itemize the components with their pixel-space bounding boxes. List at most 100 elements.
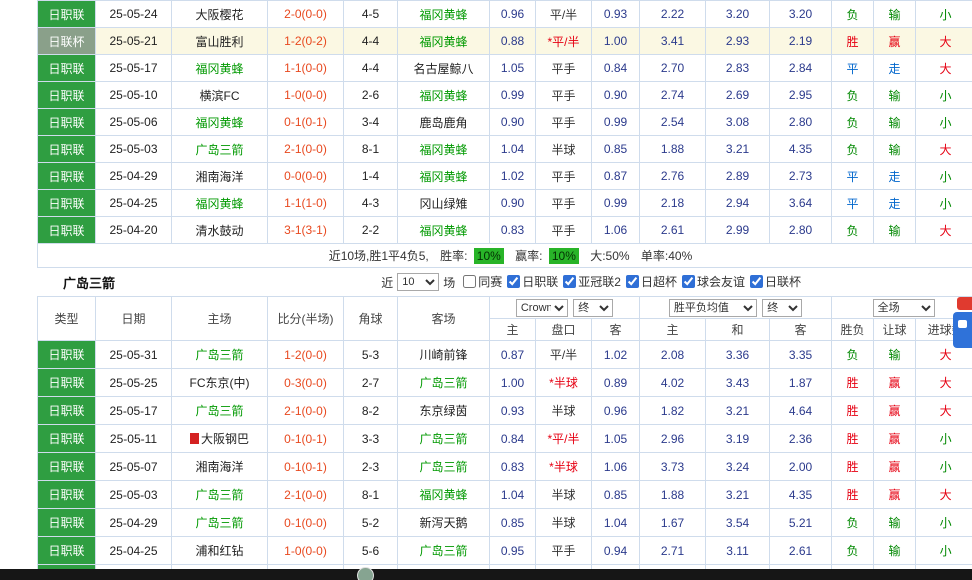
home-team-link[interactable]: 广岛三箭 (172, 481, 268, 509)
score-link[interactable]: 0-1(0-1) (268, 453, 344, 481)
filter-checkbox[interactable] (463, 275, 476, 288)
away-team-link[interactable]: 福冈黄蜂 (398, 82, 490, 109)
eu-draw-odds: 2.89 (706, 163, 770, 190)
league-filter[interactable]: 日超杯 (626, 273, 677, 290)
corner-cell: 3-4 (344, 109, 398, 136)
home-team-link[interactable]: 湘南海洋 (172, 163, 268, 190)
handicap-cell: 平手 (536, 109, 592, 136)
customer-service-button[interactable] (953, 312, 972, 348)
handicap-result: 走 (874, 163, 916, 190)
score-link[interactable]: 1-1(1-0) (268, 190, 344, 217)
filter-checkbox[interactable] (563, 275, 576, 288)
away-team-link[interactable]: 福冈黄蜂 (398, 28, 490, 55)
games-label: 场 (443, 274, 455, 291)
score-link[interactable]: 0-1(0-0) (268, 509, 344, 537)
away-team-link[interactable]: 广岛三箭 (398, 369, 490, 397)
home-team-link[interactable]: 大阪樱花 (172, 1, 268, 28)
match-row: 日职联25-05-11大阪钢巴0-1(0-1)3-3广岛三箭0.84*平/半1.… (38, 425, 972, 453)
away-team-link[interactable]: 东京绿茵 (398, 397, 490, 425)
home-team-link[interactable]: 清水鼓动 (172, 217, 268, 244)
eu-home-odds: 3.41 (640, 28, 706, 55)
away-team-link[interactable]: 冈山绿雉 (398, 190, 490, 217)
corner-cell: 5-6 (344, 537, 398, 565)
euro-final-select[interactable]: 终 (762, 299, 802, 317)
away-team-link[interactable]: 鹿岛鹿角 (398, 109, 490, 136)
eu-home-odds: 2.22 (640, 1, 706, 28)
home-team-link[interactable]: 广岛三箭 (172, 397, 268, 425)
col-score: 比分(半场) (268, 297, 344, 341)
away-team-link[interactable]: 新泻天鹅 (398, 509, 490, 537)
score-link[interactable]: 2-1(0-0) (268, 397, 344, 425)
corner-cell: 5-3 (344, 341, 398, 369)
home-team-link[interactable]: 福冈黄蜂 (172, 55, 268, 82)
away-team-link[interactable]: 福冈黄蜂 (398, 217, 490, 244)
league-badge: 日职联 (38, 509, 96, 537)
score-link[interactable]: 0-1(0-1) (268, 109, 344, 136)
away-team-link[interactable]: 福冈黄蜂 (398, 1, 490, 28)
score-link[interactable]: 1-2(0-0) (268, 341, 344, 369)
away-team-link[interactable]: 名古屋鲸八 (398, 55, 490, 82)
match-count-select[interactable]: 10 (397, 273, 439, 291)
away-team-link[interactable]: 川崎前锋 (398, 341, 490, 369)
score-link[interactable]: 0-3(0-0) (268, 369, 344, 397)
score-link[interactable]: 0-1(0-1) (268, 425, 344, 453)
home-team-link[interactable]: 广岛三箭 (172, 136, 268, 163)
filter-checkbox[interactable] (750, 275, 763, 288)
eu-away-odds: 5.21 (770, 509, 832, 537)
corner-cell: 2-2 (344, 217, 398, 244)
match-row: 日职联25-05-07湘南海洋0-1(0-1)2-3广岛三箭0.83*半球1.0… (38, 453, 972, 481)
filter-checkbox[interactable] (626, 275, 639, 288)
ah-away-odds: 1.02 (592, 341, 640, 369)
asian-final-select[interactable]: 终 (573, 299, 613, 317)
eu-home-odds: 4.02 (640, 369, 706, 397)
home-team-link[interactable]: 大阪钢巴 (172, 425, 268, 453)
league-filter[interactable]: 亚冠联2 (563, 273, 621, 290)
away-team-link[interactable]: 广岛三箭 (398, 453, 490, 481)
league-filter[interactable]: 同赛 (463, 273, 502, 290)
away-team-link[interactable]: 福冈黄蜂 (398, 481, 490, 509)
score-link[interactable]: 1-0(0-0) (268, 537, 344, 565)
league-filter[interactable]: 日联杯 (750, 273, 801, 290)
handicap-cell: 半球 (536, 481, 592, 509)
league-badge: 日职联 (38, 55, 96, 82)
home-team-link[interactable]: 富山胜利 (172, 28, 268, 55)
score-link[interactable]: 2-1(0-0) (268, 136, 344, 163)
goals-result: 小 (916, 82, 972, 109)
score-link[interactable]: 1-0(0-0) (268, 82, 344, 109)
ah-home-odds: 1.02 (490, 163, 536, 190)
league-filter[interactable]: 球会友谊 (682, 273, 745, 290)
eu-away-odds: 3.64 (770, 190, 832, 217)
score-link[interactable]: 1-2(0-2) (268, 28, 344, 55)
league-badge: 日职联 (38, 109, 96, 136)
match-row: 日职联25-05-24大阪樱花2-0(0-0)4-5福冈黄蜂0.96平/半0.9… (38, 1, 972, 28)
score-link[interactable]: 0-0(0-0) (268, 163, 344, 190)
filter-checkbox[interactable] (682, 275, 695, 288)
away-team-link[interactable]: 福冈黄蜂 (398, 136, 490, 163)
home-team-link[interactable]: 福冈黄蜂 (172, 190, 268, 217)
away-team-link[interactable]: 广岛三箭 (398, 425, 490, 453)
score-link[interactable]: 1-1(0-0) (268, 55, 344, 82)
home-team-link[interactable]: 福冈黄蜂 (172, 109, 268, 136)
home-team-link[interactable]: 湘南海洋 (172, 453, 268, 481)
goals-result: 大 (916, 55, 972, 82)
away-team-link[interactable]: 广岛三箭 (398, 537, 490, 565)
goals-result: 大 (916, 397, 972, 425)
league-badge: 日职联 (38, 217, 96, 244)
home-team-link[interactable]: FC东京(中) (172, 369, 268, 397)
odds-source-select[interactable]: Crown (516, 299, 568, 317)
footer-logo-icon[interactable] (357, 567, 374, 580)
wdl-result: 负 (832, 509, 874, 537)
score-link[interactable]: 3-1(3-1) (268, 217, 344, 244)
home-team-link[interactable]: 浦和红钻 (172, 537, 268, 565)
scope-select[interactable]: 全场 (873, 299, 935, 317)
league-filter[interactable]: 日职联 (507, 273, 558, 290)
score-link[interactable]: 2-0(0-0) (268, 1, 344, 28)
match-row: 日职联25-04-20清水鼓动3-1(3-1)2-2福冈黄蜂0.83平手1.06… (38, 217, 972, 244)
home-team-link[interactable]: 横滨FC (172, 82, 268, 109)
away-team-link[interactable]: 福冈黄蜂 (398, 163, 490, 190)
home-team-link[interactable]: 广岛三箭 (172, 341, 268, 369)
home-team-link[interactable]: 广岛三箭 (172, 509, 268, 537)
filter-checkbox[interactable] (507, 275, 520, 288)
score-link[interactable]: 2-1(0-0) (268, 481, 344, 509)
euro-source-select[interactable]: 胜平负均值 (669, 299, 757, 317)
